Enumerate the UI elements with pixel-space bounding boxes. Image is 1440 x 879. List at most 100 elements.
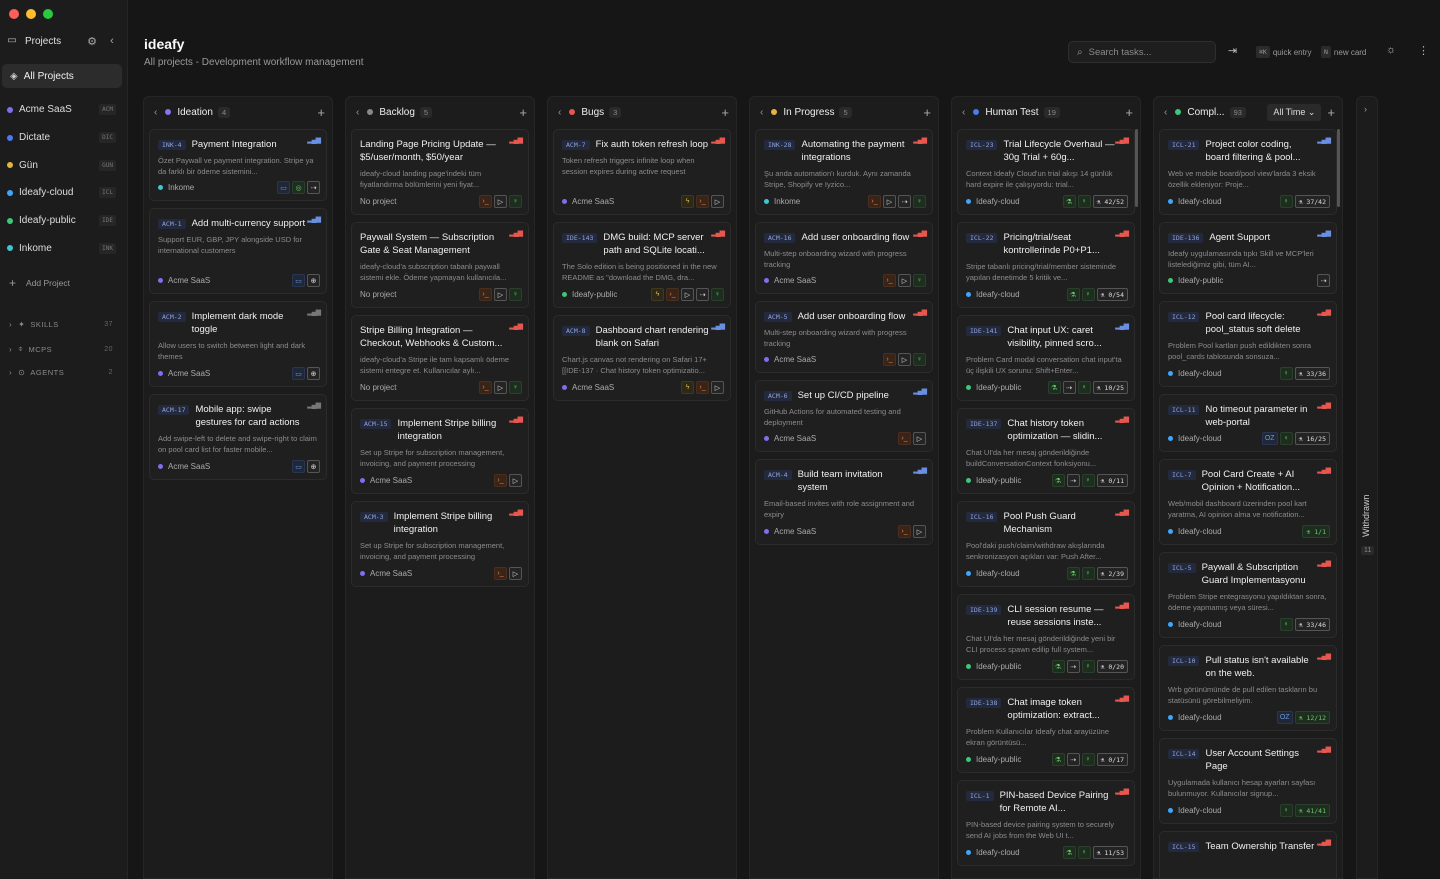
sidebar-section-agents[interactable]: › ⊙ AGENTS 2 <box>9 368 113 377</box>
card-action-icon[interactable]: ⚗ <box>1062 846 1076 859</box>
task-card[interactable]: ▂▄▆ ICL-11 No timeout parameter in web-por… <box>1159 394 1337 452</box>
card-action-icon[interactable]: ▭ <box>292 367 305 380</box>
card-action-icon[interactable]: ♀ <box>1077 195 1091 208</box>
test-progress-badge[interactable]: ⚗ 42/52 <box>1092 195 1128 208</box>
card-action-icon[interactable]: ▷ <box>883 195 896 208</box>
task-card[interactable]: ▂▄▆ INK-4 Payment Integration Özet Paywall … <box>149 129 327 201</box>
minimize-window-button[interactable] <box>26 9 36 19</box>
sidebar-project-item[interactable]: Inkome INK <box>0 234 128 262</box>
card-action-icon[interactable]: ♀ <box>1077 846 1091 859</box>
test-progress-badge[interactable]: ⚗ 0/11 <box>1096 474 1128 487</box>
sidebar-project-item[interactable]: Acme SaaS ACM <box>0 96 128 124</box>
card-action-icon[interactable]: ▷ <box>509 474 522 487</box>
task-card[interactable]: ▂▄▆ ICL-1 PIN-based Device Pairing for Rem… <box>957 780 1135 866</box>
card-action-icon[interactable]: ◎ <box>292 181 305 194</box>
task-card[interactable]: ▂▄▆ ICL-21 Project color coding, board fil… <box>1159 129 1337 215</box>
task-card[interactable]: ▂▄▆ ACM-15 Implement Stripe billing integr… <box>351 408 529 494</box>
card-action-icon[interactable]: ϟ <box>681 381 694 394</box>
collapse-column-icon[interactable]: ‹ <box>760 107 763 118</box>
card-action-icon[interactable]: ⚗ <box>1066 288 1080 301</box>
card-action-icon[interactable]: ♀ <box>509 195 522 208</box>
collapse-column-icon[interactable]: ‹ <box>356 107 359 118</box>
more-menu-icon[interactable]: ⋮ <box>1418 44 1429 57</box>
card-action-icon[interactable]: ♀ <box>509 381 522 394</box>
search-input[interactable] <box>1088 46 1199 58</box>
card-action-icon[interactable]: ♀ <box>1081 567 1095 580</box>
all-projects-item[interactable]: ◈ All Projects <box>2 64 122 88</box>
card-action-icon[interactable]: ▷ <box>898 274 911 287</box>
collapse-column-icon[interactable]: ‹ <box>558 107 561 118</box>
card-action-icon[interactable]: ⚗ <box>1047 381 1061 394</box>
card-action-icon[interactable]: ⇢ <box>898 195 911 208</box>
column-scrollbar[interactable] <box>1337 129 1340 207</box>
card-action-icon[interactable]: ›_ <box>479 381 492 394</box>
card-action-icon[interactable]: ⇢ <box>1066 474 1080 487</box>
add-card-button[interactable]: + <box>317 105 325 120</box>
card-action-icon[interactable]: ♀ <box>1279 618 1293 631</box>
task-card[interactable]: ▂▄▆ Stripe Billing Integration — Checkout… <box>351 315 529 401</box>
search-box[interactable]: ⌕ <box>1068 41 1216 63</box>
card-action-icon[interactable]: ›_ <box>883 274 896 287</box>
task-card[interactable]: ▂▄▆ ACM-2 Implement dark mode toggle Allow … <box>149 301 327 387</box>
test-progress-badge[interactable]: ⚗ 0/54 <box>1096 288 1128 301</box>
card-action-icon[interactable]: ⇢ <box>1066 660 1080 673</box>
card-action-icon[interactable]: ♀ <box>711 288 724 301</box>
task-card[interactable]: ▂▄▆ Landing Page Pricing Update — $5/user… <box>351 129 529 215</box>
task-card[interactable]: ▂▄▆ IDE-139 CLI session resume — reuse ses… <box>957 594 1135 680</box>
task-card[interactable]: ▂▄▆ ACM-7 Fix auth token refresh loop Token… <box>553 129 731 215</box>
card-action-icon[interactable]: OZ <box>1261 432 1278 445</box>
test-progress-badge[interactable]: ⚗ 41/41 <box>1294 804 1330 817</box>
card-action-icon[interactable]: ⇢ <box>307 181 320 194</box>
column-scrollbar[interactable] <box>1135 129 1138 207</box>
task-card[interactable]: ▂▄▆ Paywall System — Subscription Gate & … <box>351 222 529 308</box>
test-progress-badge[interactable]: ⚗ 2/39 <box>1096 567 1128 580</box>
card-action-icon[interactable]: ⊕ <box>307 274 320 287</box>
task-card[interactable]: ▂▄▆ ACM-16 Add user onboarding flow Multi-s… <box>755 222 933 294</box>
card-action-icon[interactable]: ♀ <box>1279 432 1293 445</box>
card-action-icon[interactable]: ▷ <box>711 195 724 208</box>
card-action-icon[interactable]: ▭ <box>277 181 290 194</box>
task-card[interactable]: ▂▄▆ ACM-6 Set up CI/CD pipeline GitHub Acti… <box>755 380 933 452</box>
card-action-icon[interactable]: ›_ <box>494 474 507 487</box>
card-action-icon[interactable]: ▭ <box>292 274 305 287</box>
test-progress-badge[interactable]: ⚗ 0/20 <box>1096 660 1128 673</box>
test-progress-badge[interactable]: ⚗ 0/17 <box>1096 753 1128 766</box>
task-card[interactable]: ▂▄▆ ACM-3 Implement Stripe billing integra… <box>351 501 529 587</box>
card-action-icon[interactable]: ▷ <box>509 567 522 580</box>
sidebar-project-item[interactable]: Ideafy-public IDE <box>0 207 128 235</box>
card-action-icon[interactable]: ›_ <box>696 195 709 208</box>
add-card-button[interactable]: + <box>923 105 931 120</box>
card-action-icon[interactable]: ⇢ <box>1066 753 1080 766</box>
add-card-button[interactable]: + <box>1125 105 1133 120</box>
task-card[interactable]: ▂▄▆ ICL-14 User Account Settings Page Uygul… <box>1159 738 1337 824</box>
card-action-icon[interactable]: ⚗ <box>1051 753 1065 766</box>
card-action-icon[interactable]: ›_ <box>898 432 911 445</box>
card-action-icon[interactable]: ♀ <box>1279 195 1293 208</box>
test-progress-badge[interactable]: ⚗ 11/53 <box>1092 846 1128 859</box>
card-action-icon[interactable]: ϟ <box>681 195 694 208</box>
test-progress-badge[interactable]: ⚗ 16/25 <box>1294 432 1330 445</box>
sidebar-project-item[interactable]: Dictate DIC <box>0 124 128 152</box>
card-action-icon[interactable]: ♀ <box>1081 288 1095 301</box>
chevron-right-icon[interactable]: › <box>1364 104 1367 114</box>
sidebar-project-item[interactable]: Ideafy-cloud ICL <box>0 179 128 207</box>
task-card[interactable]: ▂▄▆ ICL-16 Pool Push Guard Mechanism Pool'd… <box>957 501 1135 587</box>
card-action-icon[interactable]: ϟ <box>651 288 664 301</box>
card-action-icon[interactable]: ⇢ <box>1317 274 1330 287</box>
sidebar-project-item[interactable]: Gün GUN <box>0 151 128 179</box>
task-card[interactable]: ▂▄▆ ACM-1 Add multi-currency support Suppor… <box>149 208 327 294</box>
maximize-window-button[interactable] <box>43 9 53 19</box>
add-project-button[interactable]: + Add Project <box>9 276 70 290</box>
task-card[interactable]: ▂▄▆ IDE-141 Chat input UX: caret visibilit… <box>957 315 1135 401</box>
time-filter-select[interactable]: All Time ⌄ <box>1267 103 1322 121</box>
task-card[interactable]: ▂▄▆ INK-28 Automating the payment integrat… <box>755 129 933 215</box>
card-action-icon[interactable]: ♀ <box>913 195 926 208</box>
login-icon[interactable]: ⇥ <box>1228 44 1237 57</box>
task-card[interactable]: ▂▄▆ ICL-7 Pool Card Create + AI Opinion + … <box>1159 459 1337 545</box>
add-card-button[interactable]: + <box>519 105 527 120</box>
task-card[interactable]: ▂▄▆ IDE-143 DMG build: MCP server path and… <box>553 222 731 308</box>
collapse-column-icon[interactable]: ‹ <box>962 107 965 118</box>
task-card[interactable]: ▂▄▆ ACM-4 Build team invitation system Emai… <box>755 459 933 545</box>
card-action-icon[interactable]: ›_ <box>696 381 709 394</box>
task-card[interactable]: ▂▄▆ IDE-138 Chat image token optimization:… <box>957 687 1135 773</box>
